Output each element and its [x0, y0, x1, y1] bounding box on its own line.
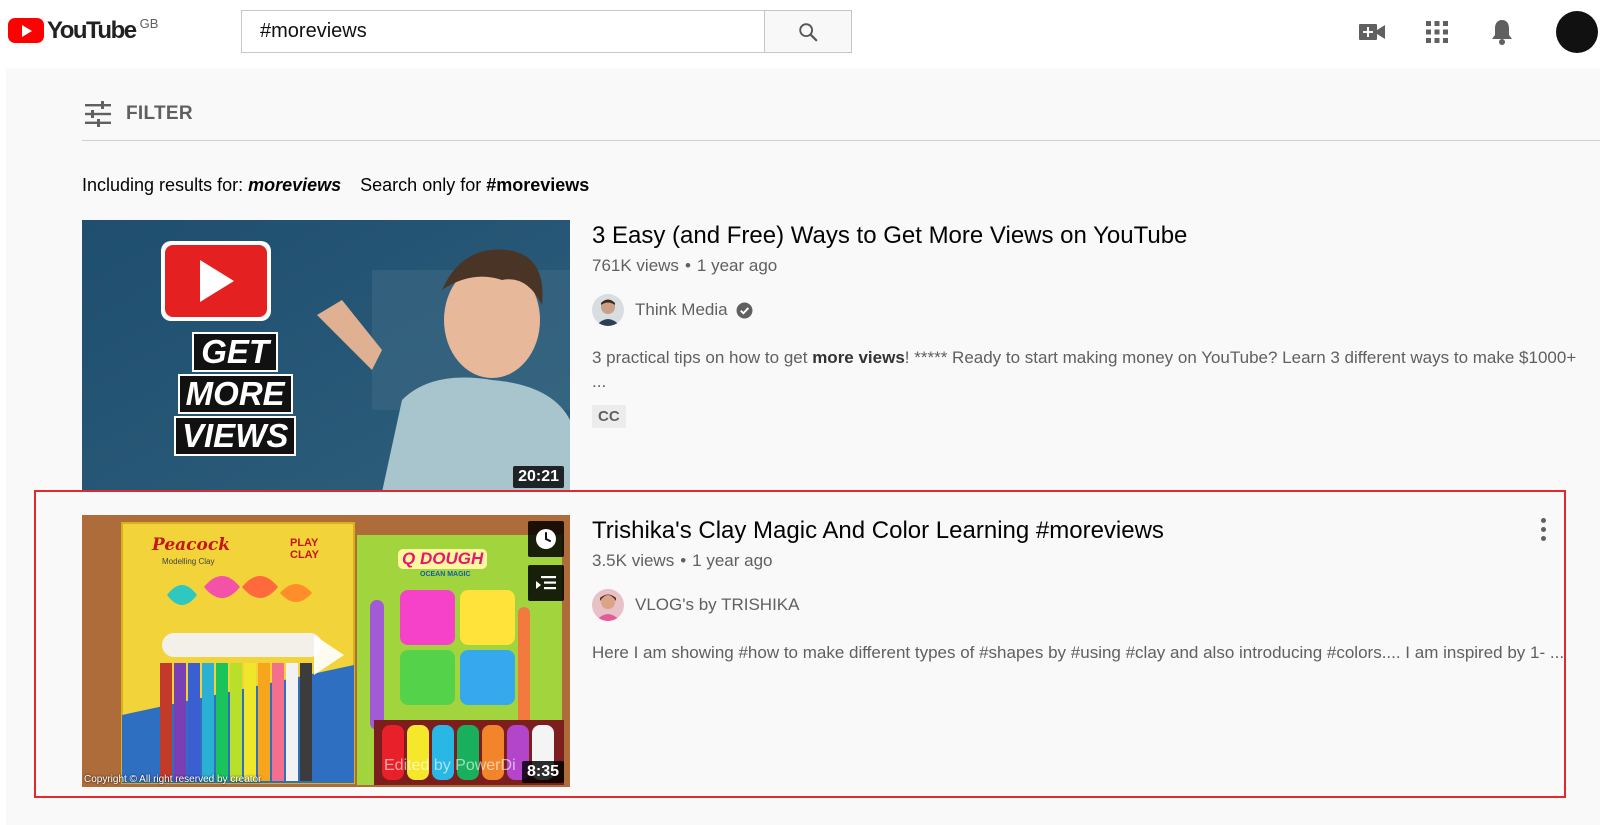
action-menu-button[interactable]: [1531, 517, 1555, 541]
apps-button[interactable]: [1421, 16, 1453, 48]
thumb-brand-left: Peacock: [152, 535, 230, 555]
video-title-link[interactable]: 3 Easy (and Free) Ways to Get More Views…: [592, 222, 1187, 250]
channel-avatar[interactable]: [592, 294, 624, 326]
thumbnail-image: [82, 220, 570, 492]
upload-age: 1 year ago: [692, 551, 773, 570]
youtube-logo[interactable]: YouTube GB: [8, 16, 159, 44]
thumbnail-headline: GET MORE VIEWS: [174, 332, 297, 456]
video-description: Here I am showing #how to make different…: [592, 643, 1565, 662]
view-count: 761K views: [592, 256, 679, 275]
video-result: GET MORE VIEWS 20:21 3 Easy (and Free) W…: [82, 220, 1600, 492]
search-only-link[interactable]: Search only for #moreviews: [360, 175, 589, 195]
separator-dot: •: [680, 551, 687, 570]
duration-badge: 8:35: [521, 761, 564, 783]
description-text: 3 practical tips on how to get: [592, 348, 813, 367]
search-input[interactable]: #moreviews: [241, 10, 765, 53]
video-thumbnail[interactable]: Peacock Modelling Clay PLAY CLAY Q DOUGH…: [82, 515, 570, 787]
thumb-word-views: VIEWS: [174, 416, 297, 456]
notifications-bell-icon: [1492, 20, 1512, 45]
more-vert-dot: [1540, 526, 1546, 532]
spelling-correction: Including results for: moreviews Search …: [82, 175, 589, 196]
watch-later-button[interactable]: [528, 521, 564, 557]
video-metadata: 3.5K views • 1 year ago: [592, 551, 773, 571]
thumb-brand-left-sub: Modelling Clay: [162, 557, 215, 566]
video-result-hovered: Peacock Modelling Clay PLAY CLAY Q DOUGH…: [82, 515, 1600, 787]
more-vert-dot: [1540, 535, 1546, 541]
closed-captions-badge: CC: [592, 405, 626, 428]
channel-link[interactable]: VLOG's by TRISHIKA: [592, 589, 799, 621]
video-title-link[interactable]: Trishika's Clay Magic And Color Learning…: [592, 517, 1164, 545]
thumb-word-get: GET: [192, 332, 279, 372]
channel-link[interactable]: Think Media: [592, 294, 753, 326]
upload-age: 1 year ago: [696, 256, 778, 275]
including-prefix: Including results for:: [82, 175, 249, 195]
search-results: FILTER Including results for: moreviews …: [6, 68, 1600, 825]
add-to-queue-button[interactable]: [528, 565, 564, 601]
verified-badge-icon: [736, 302, 753, 318]
notifications-button[interactable]: [1486, 16, 1518, 48]
search-only-prefix: Search only for: [360, 175, 487, 195]
channel-avatar[interactable]: [592, 589, 624, 621]
channel-name: Think Media: [635, 300, 728, 319]
thumb-play-clay: PLAY CLAY: [290, 537, 319, 561]
search-button[interactable]: [764, 10, 852, 53]
clock-icon: [536, 529, 556, 549]
divider: [82, 140, 1600, 141]
apps-grid-icon: [1426, 21, 1448, 43]
channel-name: VLOG's by TRISHIKA: [635, 595, 800, 614]
masthead: YouTube GB #moreviews: [0, 0, 1600, 68]
including-term-link[interactable]: moreviews: [248, 175, 341, 195]
thumb-brand-right: Q DOUGH: [398, 549, 488, 569]
more-vert-icon: [1540, 517, 1546, 523]
logo-text: YouTube: [47, 17, 137, 44]
video-metadata: 761K views • 1 year ago: [592, 256, 777, 276]
thumb-copyright-caption: Copyright © All right reserved by creato…: [84, 774, 262, 785]
view-count: 3.5K views: [592, 551, 675, 570]
region-code: GB: [139, 16, 159, 31]
video-thumbnail[interactable]: GET MORE VIEWS 20:21: [82, 220, 570, 492]
filter-button[interactable]: FILTER: [84, 101, 193, 127]
thumb-brand-right-sub: OCEAN MAGIC: [420, 571, 471, 578]
filter-sliders-icon: [85, 101, 111, 127]
filter-label: FILTER: [126, 103, 193, 124]
separator-dot: •: [684, 256, 691, 275]
video-description: 3 practical tips on how to get more view…: [592, 346, 1592, 394]
create-video-button[interactable]: [1356, 16, 1388, 48]
thumb-watermark: Edited by PowerDi: [384, 757, 516, 774]
youtube-play-logo-icon: [8, 18, 44, 43]
search-only-term: #moreviews: [486, 175, 590, 195]
duration-badge: 20:21: [513, 466, 564, 488]
add-to-queue-icon: [536, 576, 556, 590]
create-video-icon: [1359, 24, 1385, 40]
thumb-word-more: MORE: [177, 374, 293, 414]
description-highlight: more views: [812, 348, 905, 367]
account-avatar[interactable]: [1556, 11, 1598, 53]
search-icon: [799, 22, 818, 41]
